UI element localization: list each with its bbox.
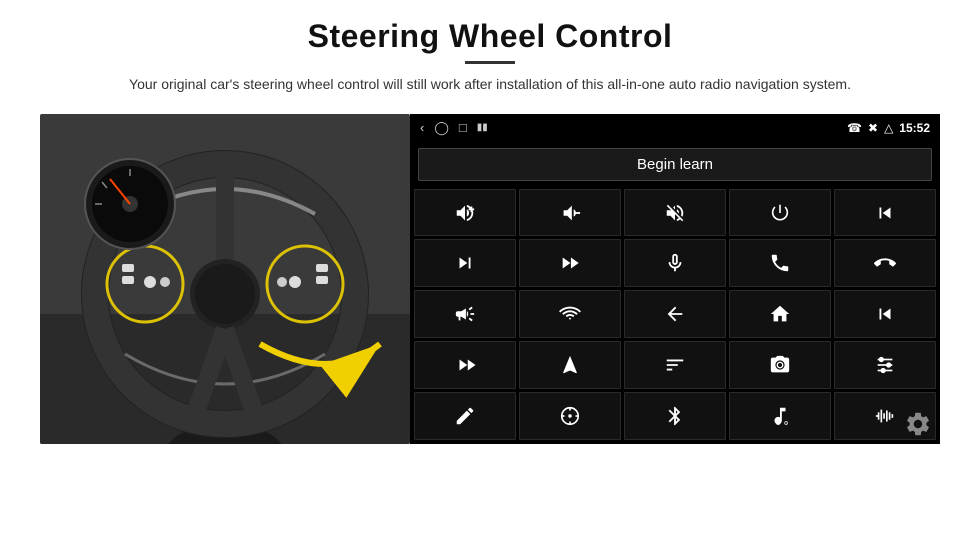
back-button[interactable] <box>624 290 726 338</box>
page-title: Steering Wheel Control <box>129 18 851 55</box>
signal-icon: ▮▮ <box>477 122 488 133</box>
mic-button[interactable] <box>624 239 726 287</box>
music-settings-button[interactable]: ⚙ <box>729 392 831 440</box>
recents-nav-icon[interactable]: □ <box>459 120 467 135</box>
title-divider <box>465 61 515 64</box>
home-button[interactable] <box>729 290 831 338</box>
page-container: Steering Wheel Control Your original car… <box>0 0 980 544</box>
next-button[interactable] <box>414 239 516 287</box>
home-nav-icon[interactable]: ◯ <box>434 120 449 136</box>
page-subtitle: Your original car's steering wheel contr… <box>129 74 851 96</box>
status-time: 15:52 <box>899 121 930 135</box>
vol-up-button[interactable] <box>414 189 516 237</box>
phone-call-button[interactable] <box>729 239 831 287</box>
steering-wheel-image <box>40 114 410 444</box>
eq-button[interactable] <box>624 341 726 389</box>
360-view-button[interactable] <box>519 290 621 338</box>
sliders-button[interactable] <box>834 341 936 389</box>
wifi-status-icon: △ <box>884 121 893 135</box>
mute-button[interactable] <box>624 189 726 237</box>
status-bar: ‹ ◯ □ ▮▮ ☎ ✖ △ 15:52 <box>410 114 940 142</box>
skip-forward-button[interactable] <box>414 341 516 389</box>
begin-learn-row: Begin learn <box>410 142 940 187</box>
svg-text:⚙: ⚙ <box>784 420 789 427</box>
begin-learn-button[interactable]: Begin learn <box>418 148 932 181</box>
skip-back-button[interactable] <box>834 290 936 338</box>
power-button[interactable] <box>729 189 831 237</box>
gear-settings-button[interactable] <box>904 410 932 438</box>
navigate-button[interactable] <box>519 341 621 389</box>
prev-phone-button[interactable] <box>834 189 936 237</box>
edit-button[interactable] <box>414 392 516 440</box>
vol-down-button[interactable] <box>519 189 621 237</box>
icon-grid: ⚙ <box>410 187 940 444</box>
camera-button[interactable] <box>729 341 831 389</box>
title-section: Steering Wheel Control Your original car… <box>129 18 851 108</box>
status-bar-right: ☎ ✖ △ 15:52 <box>847 121 930 135</box>
back-nav-icon[interactable]: ‹ <box>420 120 424 135</box>
android-ui-panel: ‹ ◯ □ ▮▮ ☎ ✖ △ 15:52 <box>410 114 940 444</box>
hangup-button[interactable] <box>834 239 936 287</box>
content-row: ‹ ◯ □ ▮▮ ☎ ✖ △ 15:52 <box>40 114 940 444</box>
fastforward-button[interactable] <box>519 239 621 287</box>
phone-status-icon: ☎ <box>847 121 862 135</box>
nav-icons: ‹ ◯ □ ▮▮ <box>420 120 488 136</box>
compass-button[interactable] <box>519 392 621 440</box>
bluetooth-button[interactable] <box>624 392 726 440</box>
location-status-icon: ✖ <box>868 121 878 135</box>
announce-button[interactable] <box>414 290 516 338</box>
